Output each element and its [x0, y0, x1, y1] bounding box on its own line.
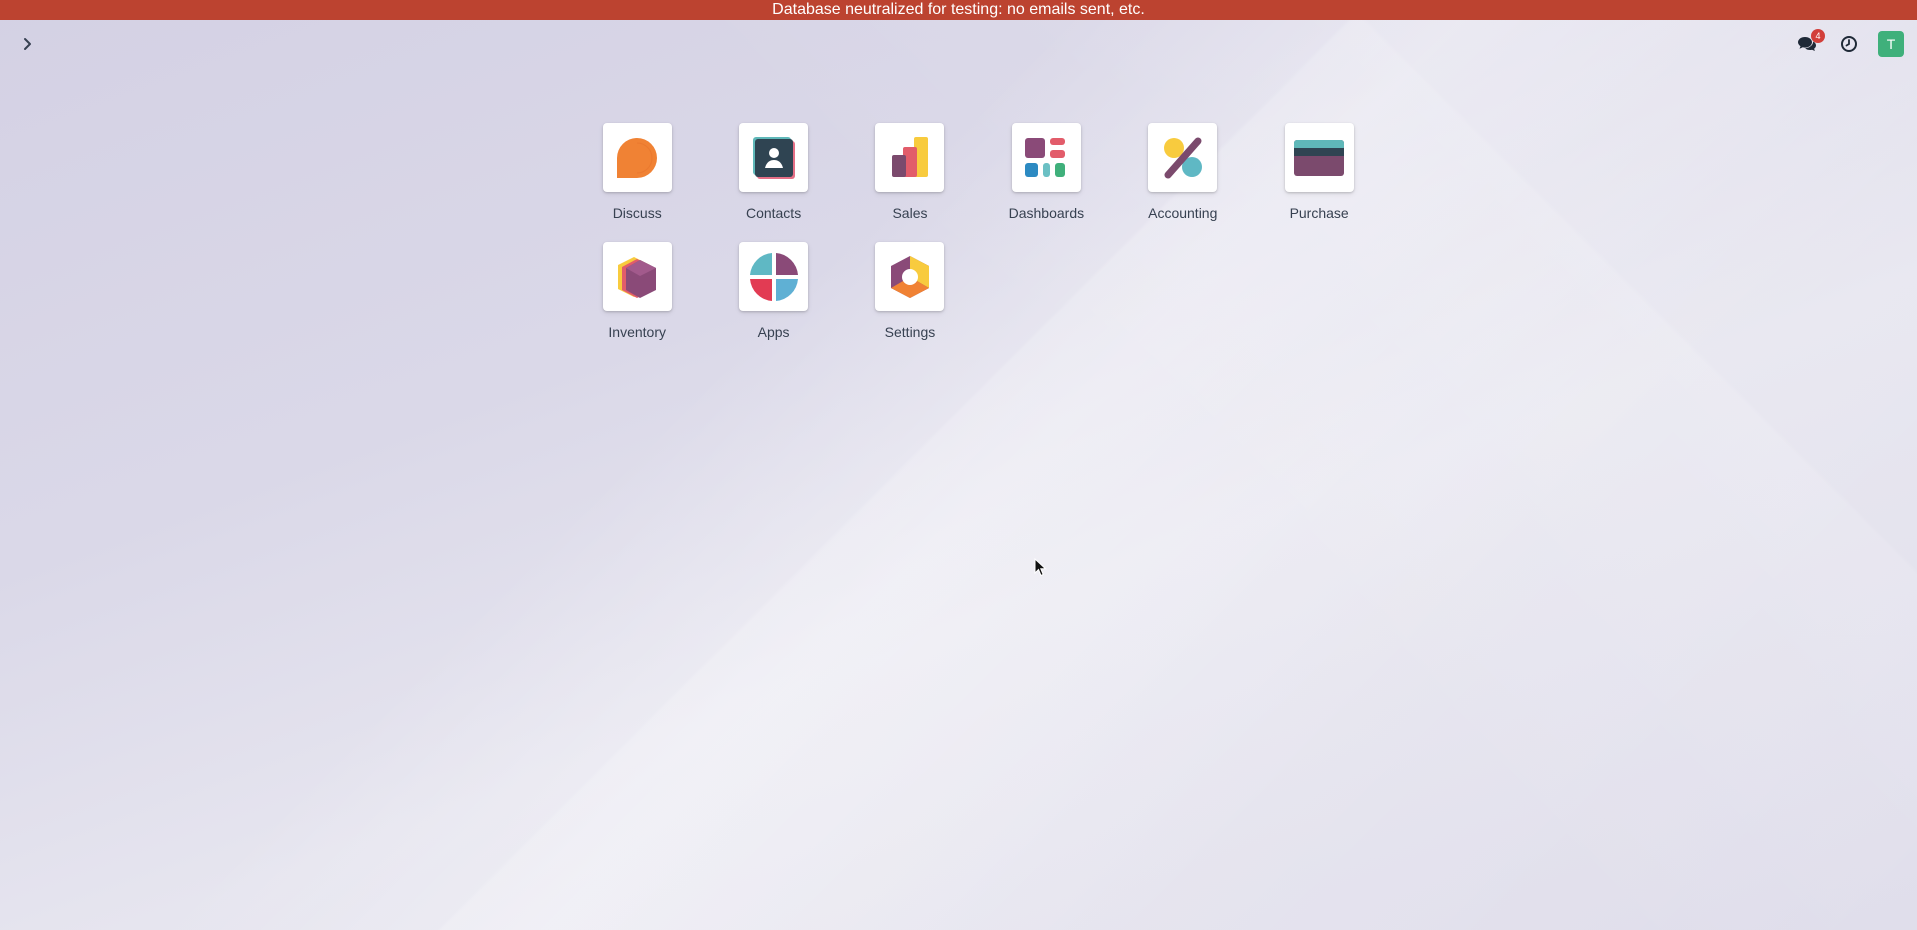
messages-button[interactable]: 4 — [1793, 29, 1825, 58]
app-purchase[interactable]: Purchase — [1251, 123, 1387, 222]
app-label: Accounting — [1148, 205, 1218, 221]
app-icon-tile — [875, 242, 945, 311]
app-discuss[interactable]: Discuss — [569, 123, 705, 222]
app-label: Sales — [892, 205, 928, 221]
app-settings[interactable]: Settings — [842, 242, 978, 341]
app-icon-tile — [739, 123, 809, 192]
app-apps[interactable]: Apps — [705, 242, 841, 341]
app-inventory[interactable]: Inventory — [569, 242, 705, 341]
purchase-icon — [1294, 139, 1345, 176]
discuss-icon — [617, 137, 658, 178]
app-grid: Discuss Contacts Sales Dashboards Accoun… — [569, 123, 1409, 341]
settings-icon — [890, 255, 929, 298]
mouse-pointer-icon — [1034, 558, 1047, 577]
contacts-icon — [752, 136, 795, 179]
accounting-icon — [1163, 137, 1202, 178]
messages-count-badge: 4 — [1811, 29, 1825, 43]
app-contacts[interactable]: Contacts — [705, 123, 841, 222]
inventory-icon — [618, 256, 657, 298]
app-icon-tile — [1284, 123, 1354, 192]
clock-icon — [1841, 36, 1857, 52]
apps-icon — [749, 252, 798, 301]
app-label: Apps — [757, 324, 790, 340]
app-label: Purchase — [1289, 205, 1349, 221]
systray: 4 T — [1793, 29, 1905, 58]
app-icon-tile — [1011, 123, 1081, 192]
app-accounting[interactable]: Accounting — [1115, 123, 1251, 222]
user-menu-button[interactable]: T — [1877, 30, 1905, 58]
app-dashboards[interactable]: Dashboards — [978, 123, 1114, 222]
app-sales[interactable]: Sales — [842, 123, 978, 222]
dashboards-icon — [1025, 137, 1066, 177]
app-menu-toggle-button[interactable] — [16, 32, 40, 56]
sales-icon — [891, 136, 928, 177]
app-label: Settings — [884, 324, 936, 340]
app-icon-tile — [875, 123, 945, 192]
activities-button[interactable] — [1835, 30, 1863, 58]
app-icon-tile — [1148, 123, 1218, 192]
chevron-right-icon — [24, 38, 31, 50]
app-label: Dashboards — [1008, 205, 1085, 221]
app-icon-tile — [739, 242, 809, 311]
avatar: T — [1878, 31, 1904, 57]
neutralized-database-banner: Database neutralized for testing: no ema… — [0, 0, 1917, 20]
app-icon-tile — [602, 242, 672, 311]
app-icon-tile — [602, 123, 672, 192]
app-label: Inventory — [608, 324, 666, 340]
app-label: Contacts — [745, 205, 802, 221]
app-label: Discuss — [612, 205, 662, 221]
